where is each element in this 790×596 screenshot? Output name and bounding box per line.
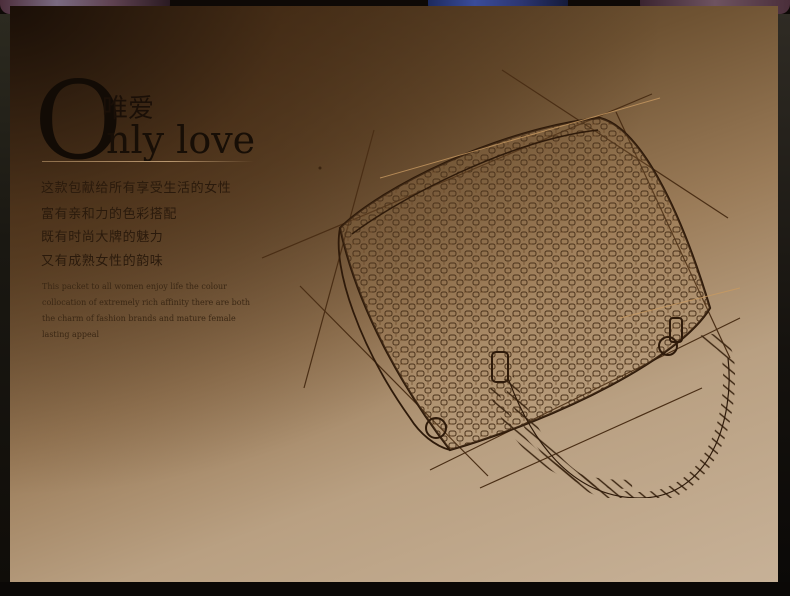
feature-panel: O 唯爱 nly love 这款包献给所有享受生活的女性 富有亲和力的色彩搭配 …	[10, 6, 778, 582]
copy-en-line-2: collocation of extremely rich affinity t…	[42, 298, 250, 307]
handbag-sketch-illustration	[261, 69, 741, 498]
background-edge-left	[0, 14, 10, 582]
copy-cn-line-1: 这款包献给所有享受生活的女性	[41, 181, 232, 196]
background-edge-right	[778, 14, 790, 582]
heading-english: nly love	[106, 118, 256, 162]
copy-en-line-1: This packet to all women enjoy life the …	[42, 282, 227, 291]
copy-cn-line-3: 既有时尚大牌的魅力	[41, 230, 164, 245]
copy-cn-line-4: 又有成熟女性的韵味	[41, 254, 164, 269]
copy-en-line-3: the charm of fashion brands and mature f…	[42, 314, 236, 323]
copy-cn-line-2: 富有亲和力的色彩搭配	[41, 207, 178, 222]
heading-divider	[42, 161, 254, 162]
bottom-strip	[0, 582, 790, 596]
copy-en-line-4: lasting appeal	[42, 330, 100, 339]
